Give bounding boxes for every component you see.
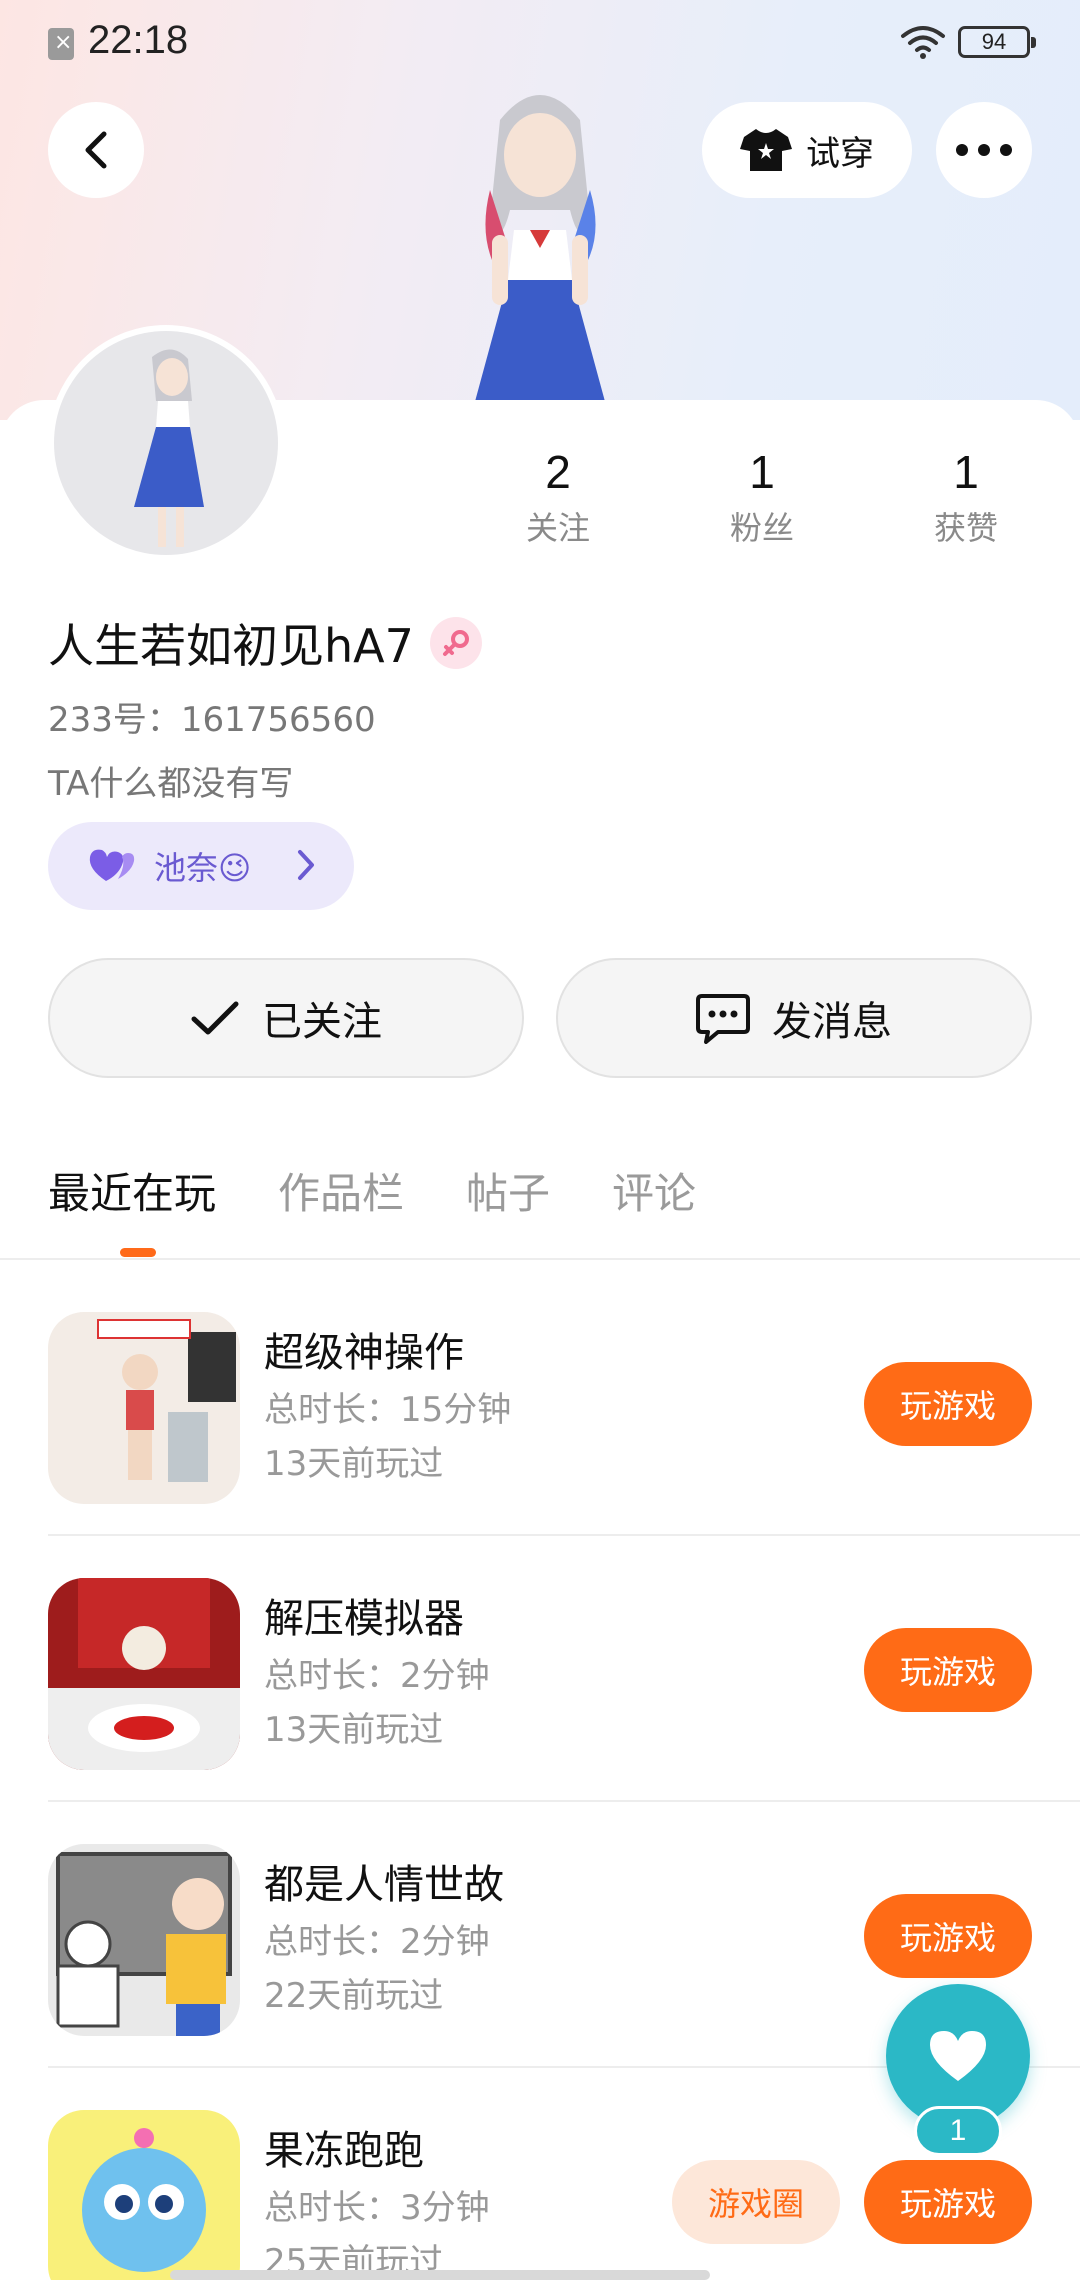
scroll-indicator (170, 2270, 710, 2280)
game-title: 都是人情世故 (264, 1862, 504, 1908)
game-last-played: 13天前玩过 (264, 1710, 444, 1750)
status-time: 22:18 (88, 18, 189, 62)
game-total-duration: 总时长：3分钟 (264, 2188, 490, 2228)
tab-comments[interactable]: 评论 (612, 1160, 696, 1240)
user-id: 233号：161756560 (48, 700, 376, 740)
game-last-played: 22天前玩过 (264, 1976, 444, 2016)
status-bar: 22:18 94 (0, 0, 1080, 84)
game-title: 解压模拟器 (264, 1596, 464, 1642)
try-on-label: 试穿 (806, 133, 874, 174)
list-divider (48, 1534, 1080, 1536)
play-game-button[interactable]: 玩游戏 (864, 2160, 1032, 2244)
intimacy-tag-chip[interactable]: 池奈😉 (48, 822, 354, 910)
play-game-button[interactable]: 玩游戏 (864, 1894, 1032, 1978)
stat-followers-count: 1 (749, 446, 775, 498)
game-thumbnail (48, 1844, 240, 2036)
hero-avatar-figure (470, 95, 610, 420)
heart-icon (930, 2031, 986, 2081)
game-circle-button[interactable]: 游戏圈 (672, 2160, 840, 2244)
avatar[interactable] (48, 325, 284, 561)
tab-works[interactable]: 作品栏 (278, 1160, 404, 1240)
chevron-left-icon (85, 131, 107, 169)
stat-likes[interactable]: 1 获赞 (896, 445, 1036, 549)
send-message-label: 发消息 (772, 999, 892, 1045)
game-last-played: 13天前玩过 (264, 1444, 444, 1484)
like-count-badge: 1 (914, 2106, 1002, 2156)
game-title: 果冻跑跑 (264, 2128, 424, 2174)
chevron-right-icon (298, 850, 314, 880)
game-total-duration: 总时长：2分钟 (264, 1922, 490, 1962)
stat-following-count: 2 (545, 446, 571, 498)
check-icon (191, 1001, 239, 1035)
game-thumbnail (48, 1578, 240, 1770)
battery-indicator: 94 (958, 26, 1036, 58)
nickname-row: 人生若如初见hA7 (48, 610, 482, 676)
bio-text: TA什么都没有写 (48, 764, 294, 804)
stat-followers[interactable]: 1 粉丝 (692, 445, 832, 549)
back-button[interactable] (48, 102, 144, 198)
wifi-icon (901, 26, 945, 59)
send-message-button[interactable]: 发消息 (556, 958, 1032, 1078)
profile-tabs: 最近在玩 作品栏 帖子 评论 (48, 1160, 696, 1240)
tab-recently-played[interactable]: 最近在玩 (48, 1160, 216, 1240)
game-title: 超级神操作 (264, 1330, 464, 1376)
following-button[interactable]: 已关注 (48, 958, 524, 1078)
game-thumbnail (48, 1312, 240, 1504)
game-list-item[interactable]: 解压模拟器 总时长：2分钟 13天前玩过 玩游戏 (48, 1578, 1080, 1844)
no-sim-icon (48, 28, 74, 60)
stat-followers-label: 粉丝 (729, 509, 794, 547)
following-label: 已关注 (262, 999, 382, 1045)
stat-following[interactable]: 2 关注 (488, 445, 628, 549)
game-list-item[interactable]: 超级神操作 总时长：15分钟 13天前玩过 玩游戏 (48, 1312, 1080, 1578)
stat-likes-label: 获赞 (933, 509, 998, 547)
list-divider (48, 1800, 1080, 1802)
active-tab-indicator (120, 1248, 156, 1257)
game-total-duration: 总时长：15分钟 (264, 1390, 512, 1430)
female-gender-icon (429, 617, 482, 669)
game-thumbnail (48, 2110, 240, 2280)
tshirt-icon (740, 129, 792, 171)
nickname: 人生若如初见hA7 (48, 619, 414, 673)
more-options-button[interactable] (936, 102, 1032, 198)
intimacy-tag-label: 池奈😉 (154, 849, 252, 887)
play-game-button[interactable]: 玩游戏 (864, 1362, 1032, 1446)
game-total-duration: 总时长：2分钟 (264, 1656, 490, 1696)
chat-bubble-icon (696, 994, 750, 1044)
tabs-divider (0, 1258, 1080, 1260)
try-on-button[interactable]: 试穿 (702, 102, 912, 198)
stat-following-label: 关注 (525, 509, 590, 547)
avatar-figure (134, 349, 204, 547)
more-dots-icon (956, 144, 1012, 156)
stat-likes-count: 1 (953, 446, 979, 498)
tab-posts[interactable]: 帖子 (466, 1160, 550, 1240)
double-heart-icon (89, 849, 135, 881)
play-game-button[interactable]: 玩游戏 (864, 1628, 1032, 1712)
